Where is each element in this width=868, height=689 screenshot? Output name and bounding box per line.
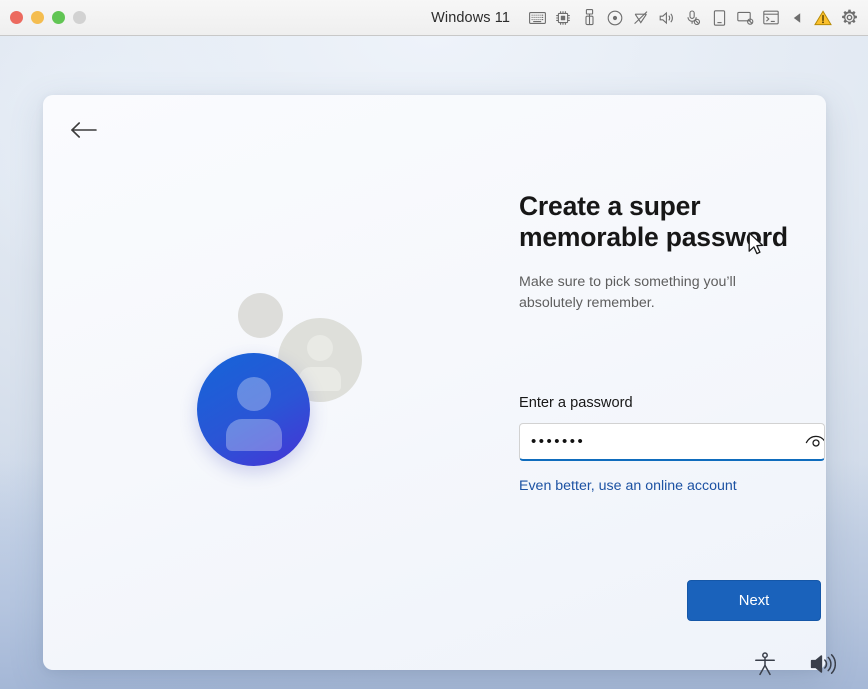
window-title: Windows 11 <box>431 9 510 26</box>
terminal-icon[interactable] <box>758 5 784 31</box>
next-button[interactable]: Next <box>687 580 821 621</box>
window-titlebar: Windows 11 <box>0 0 868 36</box>
eye-icon[interactable] <box>799 425 824 458</box>
primary-user-avatar-icon <box>197 353 310 466</box>
oobe-bottom-bar <box>750 649 838 679</box>
extra-window-button[interactable] <box>73 11 86 24</box>
gear-icon[interactable] <box>836 5 862 31</box>
window-controls <box>10 11 86 24</box>
minimize-window-button[interactable] <box>31 11 44 24</box>
use-online-account-link[interactable]: Even better, use an online account <box>519 478 737 494</box>
speaker-icon[interactable] <box>654 5 680 31</box>
microphone-muted-icon[interactable] <box>680 5 706 31</box>
oobe-right-pane: Create a super memorable password Make s… <box>476 95 826 670</box>
narrator-audio-icon[interactable] <box>808 649 838 679</box>
cpu-icon[interactable] <box>550 5 576 31</box>
close-window-button[interactable] <box>10 11 23 24</box>
oobe-setup-card: Create a super memorable password Make s… <box>43 95 826 670</box>
keyboard-icon[interactable] <box>524 5 550 31</box>
desktop-background: Create a super memorable password Make s… <box>0 36 868 689</box>
page-title: Create a super memorable password <box>519 191 788 252</box>
tray-icon-group <box>524 5 862 31</box>
small-circle-decoration <box>238 293 283 338</box>
page-subtitle: Make sure to pick something you’ll absol… <box>519 274 736 311</box>
display-disconnected-icon[interactable] <box>732 5 758 31</box>
usb-icon[interactable] <box>576 5 602 31</box>
collapse-left-icon[interactable] <box>784 5 810 31</box>
network-disconnected-icon[interactable] <box>628 5 654 31</box>
avatar-body-shape <box>225 419 282 451</box>
avatar-head-shape <box>236 377 271 411</box>
optical-disc-icon[interactable] <box>602 5 628 31</box>
screen: Windows 11 Create a super memorable pass… <box>0 0 868 689</box>
user-accounts-illustration <box>148 285 438 525</box>
warning-icon[interactable] <box>810 5 836 31</box>
maximize-window-button[interactable] <box>52 11 65 24</box>
password-input[interactable]: ••••••• <box>519 423 825 461</box>
accessibility-icon[interactable] <box>750 649 780 679</box>
password-field-label: Enter a password <box>519 395 633 411</box>
tablet-icon[interactable] <box>706 5 732 31</box>
password-input-value[interactable]: ••••••• <box>520 433 824 450</box>
avatar-head-shape <box>307 335 333 361</box>
back-button[interactable] <box>61 107 107 153</box>
